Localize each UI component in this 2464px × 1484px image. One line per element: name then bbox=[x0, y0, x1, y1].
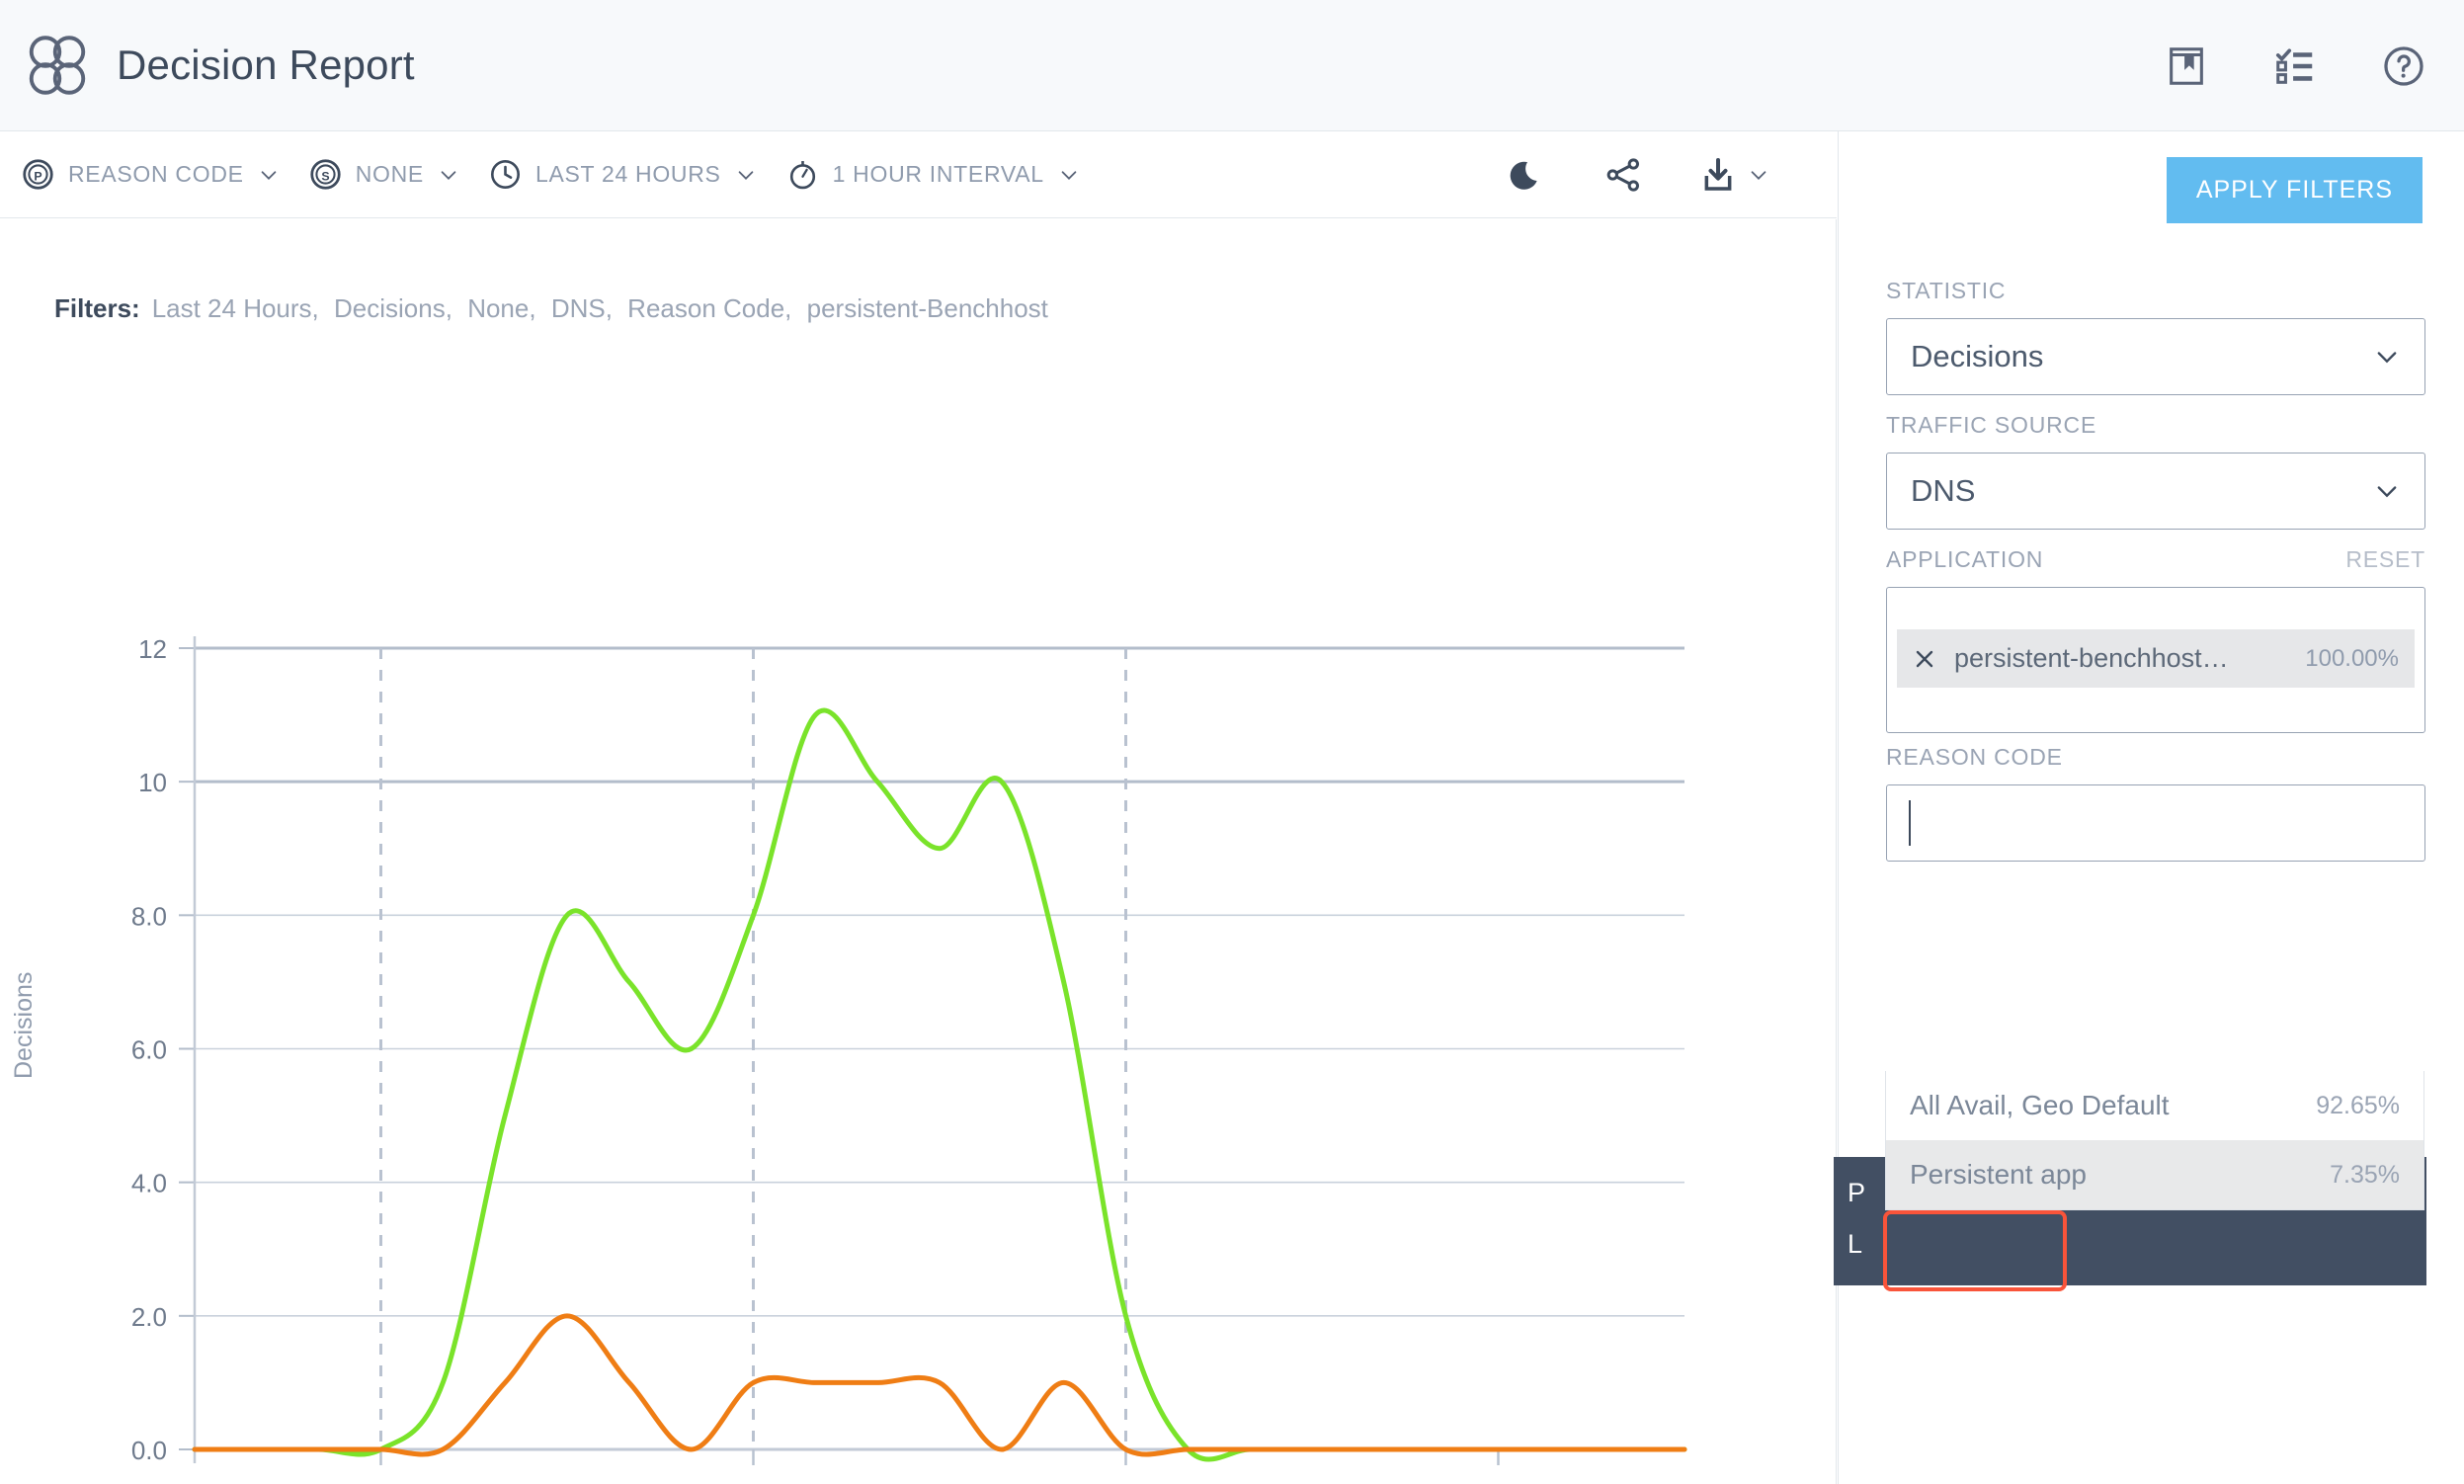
svg-text:8.0: 8.0 bbox=[131, 901, 167, 931]
statistic-label-text: Statistic bbox=[1886, 278, 2007, 303]
reason-code-option-label: Persistent app bbox=[1910, 1159, 2087, 1190]
reason-code-option-label: All Avail, Geo Default bbox=[1910, 1090, 2170, 1120]
filter-value-traffic-source: DNS, bbox=[550, 293, 613, 323]
reason-code-option-pct: 7.35% bbox=[2330, 1160, 2400, 1189]
header-icon-group bbox=[2164, 0, 2426, 131]
share-icon[interactable] bbox=[1603, 155, 1643, 195]
toolbar-dropdown-none[interactable]: S None bbox=[309, 158, 459, 191]
field-reason-code: Reason Code bbox=[1886, 744, 2425, 862]
reason-code-option-persistent-app[interactable]: Persistent app 7.35% bbox=[1886, 1140, 2423, 1209]
apply-filters-button[interactable]: Apply Filters bbox=[2166, 157, 2423, 223]
field-traffic-source: Traffic Source DNS bbox=[1886, 412, 2425, 530]
svg-text:0.0: 0.0 bbox=[131, 1436, 167, 1465]
toolbar-label-time-range: Last 24 Hours bbox=[534, 161, 721, 187]
dark-mode-moon-icon[interactable] bbox=[1509, 155, 1548, 195]
field-statistic: Statistic Decisions bbox=[1886, 278, 2425, 395]
chevron-down-icon bbox=[738, 170, 753, 180]
four-circles-logo bbox=[29, 36, 86, 95]
field-application: Application Reset persistent-benchhost… … bbox=[1886, 546, 2425, 733]
application-label: Application Reset bbox=[1886, 546, 2425, 573]
filter-value-none: None, bbox=[467, 293, 536, 323]
stopwatch-icon bbox=[789, 161, 815, 190]
decisions-line-chart: 0.02.04.06.08.01012Nov 24, 202106:0012:0… bbox=[0, 397, 1837, 1484]
toolbar-label-interval: 1 Hour Interval bbox=[832, 161, 1044, 187]
reason-code-dropdown: All Avail, Geo Default 92.65% Persistent… bbox=[1885, 1071, 2424, 1210]
traffic-source-value: DNS bbox=[1911, 473, 1976, 508]
reason-code-input[interactable] bbox=[1886, 784, 2425, 862]
chevron-down-icon bbox=[261, 170, 277, 180]
svg-text:12: 12 bbox=[138, 634, 167, 664]
s-circle-icon: S bbox=[310, 159, 341, 190]
traffic-source-label-text: Traffic Source bbox=[1886, 412, 2097, 438]
clock-icon bbox=[490, 159, 520, 190]
toolbar-label-none: None bbox=[355, 161, 424, 187]
chevron-down-icon bbox=[1751, 171, 1766, 180]
toolbar-dropdown-reason-code[interactable]: P Reason Code bbox=[22, 158, 280, 191]
application-token-pct: 100.00% bbox=[2305, 644, 2399, 672]
filter-value-reason-code: Reason Code, bbox=[627, 293, 792, 323]
checklist-icon[interactable] bbox=[2272, 43, 2318, 89]
toolbar-action-group bbox=[1509, 131, 1769, 218]
chevron-down-icon bbox=[441, 170, 456, 180]
application-label-text: Application bbox=[1886, 546, 2044, 572]
chart-y-axis-label: Decisions bbox=[10, 971, 38, 1079]
reason-code-option-pct: 92.65% bbox=[2316, 1091, 2400, 1119]
p-circle-icon: P bbox=[23, 159, 53, 190]
page-title: Decision Report bbox=[117, 41, 415, 88]
close-icon[interactable] bbox=[1913, 647, 1936, 671]
statistic-value: Decisions bbox=[1911, 339, 2044, 373]
filters-label: Filters: bbox=[54, 293, 140, 323]
filter-value-statistic: Decisions, bbox=[334, 293, 452, 323]
toolbar-label-reason-code: Reason Code bbox=[68, 161, 244, 187]
chart-toolbar: P Reason Code S None Last 24 Hours bbox=[0, 131, 1837, 218]
svg-text:P: P bbox=[34, 169, 41, 183]
toolbar-dropdown-interval[interactable]: 1 Hour Interval bbox=[786, 158, 1080, 191]
chevron-down-icon bbox=[2377, 486, 2397, 498]
text-cursor bbox=[1909, 800, 1911, 846]
filter-value-time-range: Last 24 Hours, bbox=[151, 293, 319, 323]
chart-pane: Filters: Last 24 Hours, Decisions, None, … bbox=[0, 219, 1837, 1484]
svg-text:6.0: 6.0 bbox=[131, 1035, 167, 1065]
chevron-down-icon bbox=[2377, 352, 2397, 364]
download-icon bbox=[1704, 158, 1732, 191]
statistic-select[interactable]: Decisions bbox=[1886, 318, 2425, 395]
svg-text:2.0: 2.0 bbox=[131, 1302, 167, 1332]
download-menu[interactable] bbox=[1698, 155, 1769, 195]
application-token-text: persistent-benchhost… bbox=[1954, 643, 2229, 673]
tooltip-row-1: L bbox=[1848, 1228, 1863, 1259]
reason-code-label-text: Reason Code bbox=[1886, 744, 2063, 770]
traffic-source-label: Traffic Source bbox=[1886, 412, 2425, 439]
chart-canvas[interactable]: 0.02.04.06.08.01012Nov 24, 202106:0012:0… bbox=[0, 397, 1837, 1484]
filter-value-application: persistent-Benchhost bbox=[806, 293, 1048, 323]
chevron-down-icon bbox=[1061, 170, 1077, 180]
svg-text:S: S bbox=[321, 169, 329, 183]
reason-code-option-all-avail-geo-default[interactable]: All Avail, Geo Default 92.65% bbox=[1886, 1071, 2423, 1140]
svg-text:10: 10 bbox=[138, 768, 167, 797]
bookmark-book-icon[interactable] bbox=[2164, 43, 2209, 89]
reason-code-label: Reason Code bbox=[1886, 744, 2425, 771]
traffic-source-select[interactable]: DNS bbox=[1886, 453, 2425, 530]
statistic-label: Statistic bbox=[1886, 278, 2425, 304]
help-circle-icon[interactable] bbox=[2381, 43, 2426, 89]
toolbar-dropdown-time-range[interactable]: Last 24 Hours bbox=[489, 158, 757, 191]
filters-summary: Filters: Last 24 Hours, Decisions, None, … bbox=[54, 293, 1056, 324]
application-reset-link[interactable]: Reset bbox=[2345, 546, 2425, 573]
svg-text:4.0: 4.0 bbox=[131, 1169, 167, 1198]
decision-report-page: Decision Report P REASON CODE S NONE LAS… bbox=[0, 0, 2464, 1484]
app-header: Decision Report bbox=[0, 0, 2464, 131]
application-token-box[interactable]: persistent-benchhost… 100.00% bbox=[1886, 587, 2425, 733]
application-token[interactable]: persistent-benchhost… 100.00% bbox=[1897, 629, 2415, 688]
